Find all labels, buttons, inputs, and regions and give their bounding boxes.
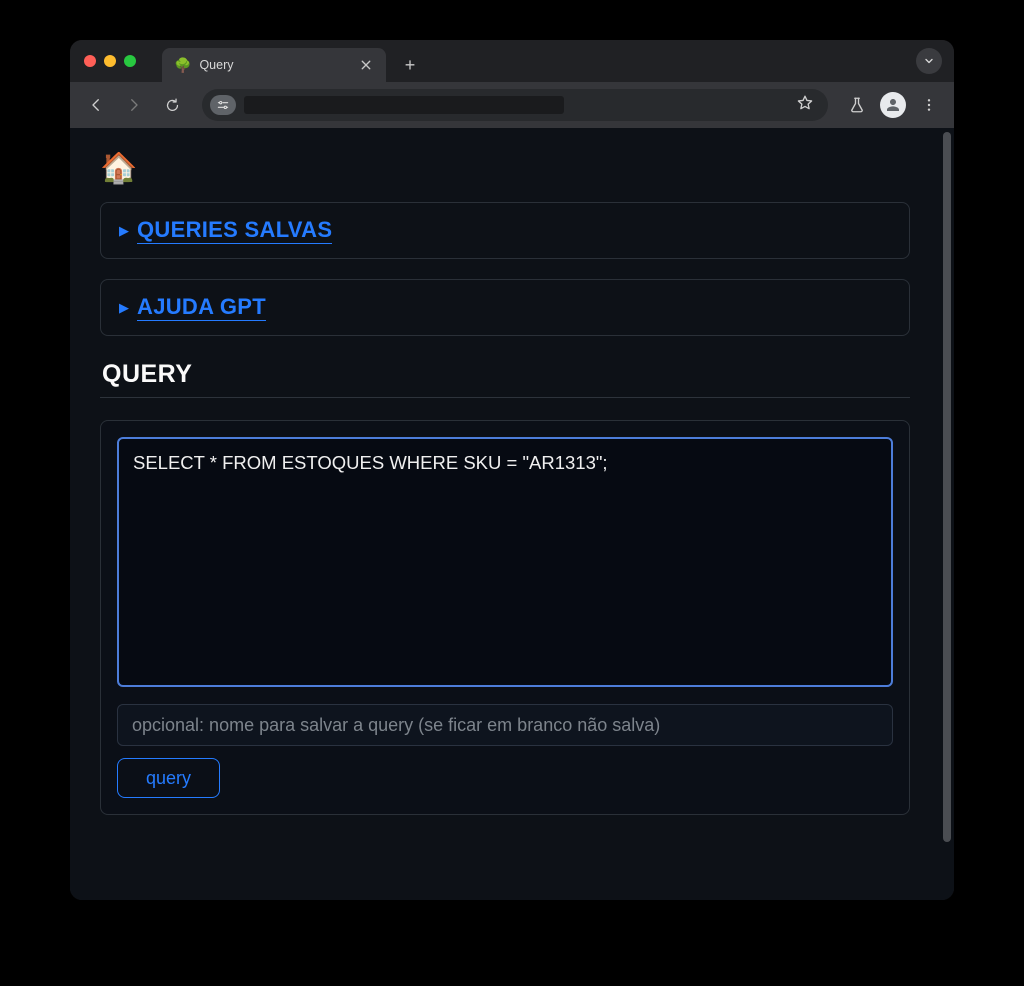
- toolbar-right: [842, 90, 944, 120]
- tab-title: Query: [199, 58, 350, 72]
- viewport: 🏠 ▶ QUERIES SALVAS ▶ AJUDA GPT QUE: [70, 128, 954, 900]
- disclosure-arrow-icon: ▶: [119, 223, 129, 239]
- site-settings-icon[interactable]: [210, 95, 236, 115]
- profile-avatar-button[interactable]: [878, 90, 908, 120]
- collapsible-ajuda-gpt[interactable]: ▶ AJUDA GPT: [100, 279, 910, 336]
- labs-flask-icon[interactable]: [842, 90, 872, 120]
- tab-strip: 🌳 Query +: [70, 40, 954, 82]
- scrollbar-vertical[interactable]: [940, 128, 954, 900]
- sql-textarea[interactable]: [117, 437, 893, 687]
- url-text: [244, 96, 564, 114]
- tab-close-icon[interactable]: [358, 57, 374, 73]
- collapsible-title: AJUDA GPT: [137, 294, 266, 321]
- browser-toolbar: [70, 82, 954, 128]
- tab-active[interactable]: 🌳 Query: [162, 48, 386, 82]
- disclosure-arrow-icon: ▶: [119, 300, 129, 316]
- collapsible-title: QUERIES SALVAS: [137, 217, 332, 244]
- new-tab-button[interactable]: +: [396, 51, 424, 79]
- browser-window: 🌳 Query +: [70, 40, 954, 900]
- tabs-dropdown-button[interactable]: [916, 48, 942, 74]
- bookmark-star-icon[interactable]: [790, 94, 820, 117]
- page-content: 🏠 ▶ QUERIES SALVAS ▶ AJUDA GPT QUE: [70, 128, 940, 900]
- nav-reload-button[interactable]: [156, 89, 188, 121]
- window-maximize-button[interactable]: [124, 55, 136, 67]
- scrollbar-thumb[interactable]: [943, 132, 951, 842]
- query-submit-button[interactable]: query: [117, 758, 220, 798]
- home-link-icon[interactable]: 🏠: [100, 154, 137, 184]
- query-form-panel: query: [100, 420, 910, 815]
- nav-back-button[interactable]: [80, 89, 112, 121]
- window-minimize-button[interactable]: [104, 55, 116, 67]
- section-divider: [100, 397, 910, 398]
- section-heading-query: QUERY: [100, 360, 910, 389]
- collapsible-queries-salvas[interactable]: ▶ QUERIES SALVAS: [100, 202, 910, 259]
- query-name-input[interactable]: [117, 704, 893, 746]
- nav-forward-button[interactable]: [118, 89, 150, 121]
- window-controls: [84, 40, 162, 82]
- avatar-icon: [880, 92, 906, 118]
- browser-menu-button[interactable]: [914, 90, 944, 120]
- address-bar[interactable]: [202, 89, 828, 121]
- window-close-button[interactable]: [84, 55, 96, 67]
- tab-favicon-icon: 🌳: [174, 58, 191, 72]
